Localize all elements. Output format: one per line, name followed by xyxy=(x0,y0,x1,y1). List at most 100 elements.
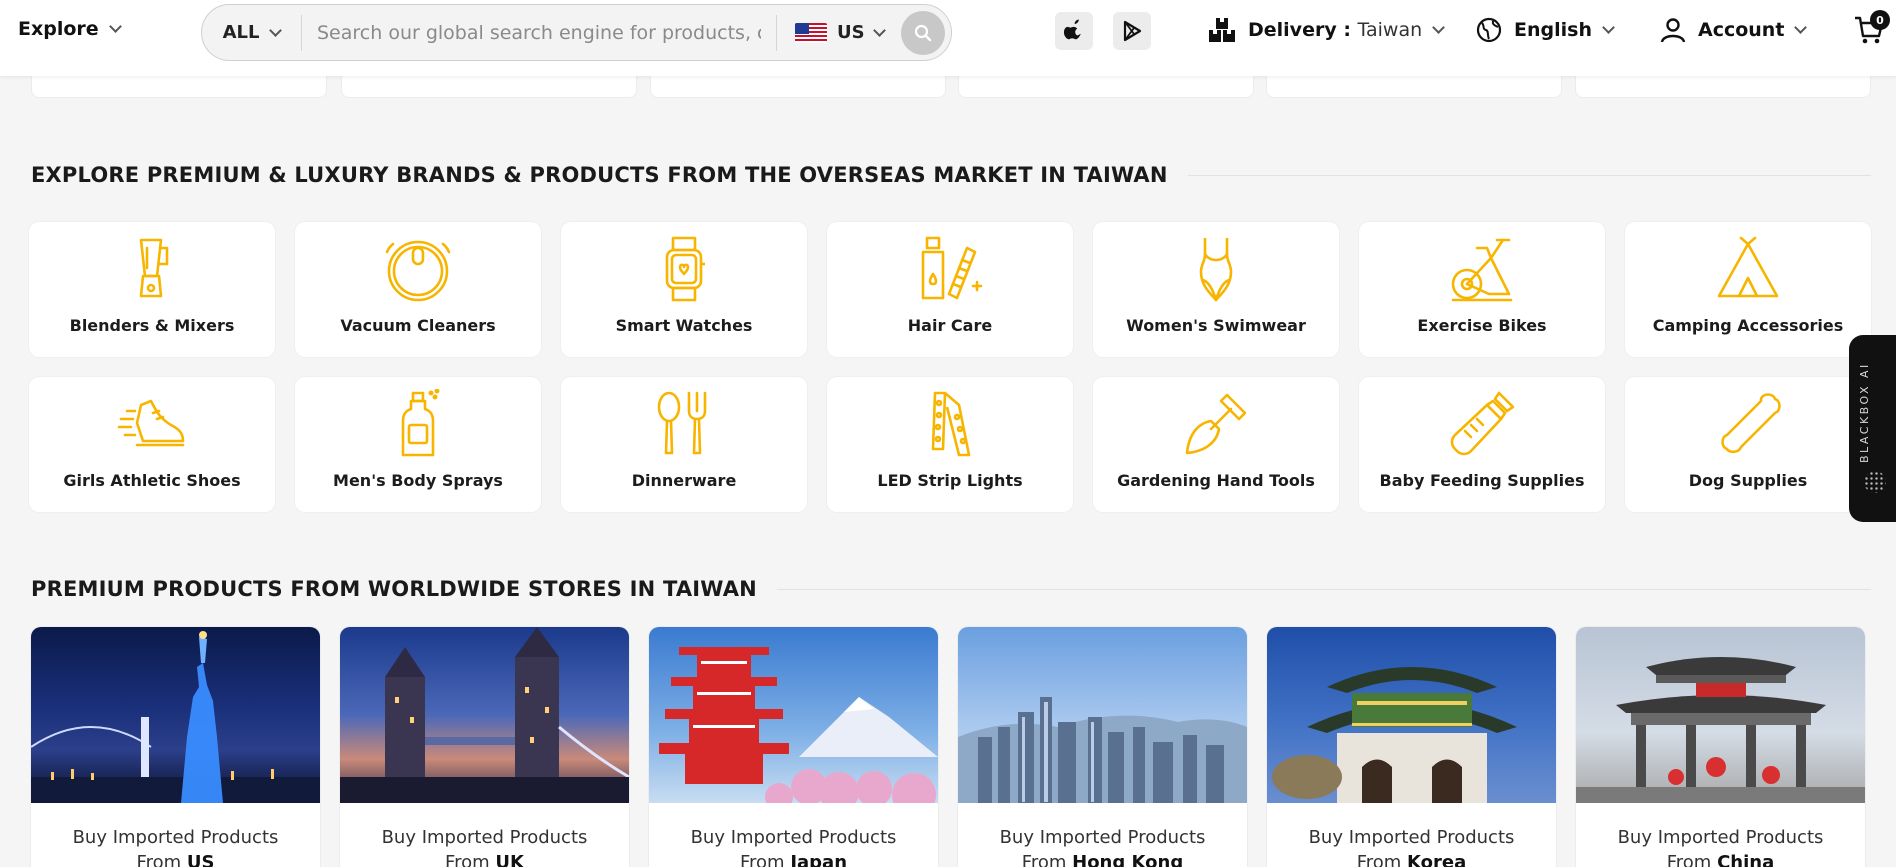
chevron-down-icon xyxy=(269,23,283,37)
hong-kong-skyline-image xyxy=(958,627,1247,803)
category-card[interactable]: Dinnerware xyxy=(561,377,807,512)
category-label: Exercise Bikes xyxy=(1417,316,1547,335)
chevron-down-icon xyxy=(872,23,886,37)
chevron-down-icon xyxy=(1432,21,1446,34)
shovel-icon xyxy=(1185,393,1247,455)
search-bar: ALL US xyxy=(201,4,952,61)
exercise-bike-icon xyxy=(1451,238,1513,302)
china-gate-image xyxy=(1576,627,1865,803)
country-card-text: Buy Imported Products From US xyxy=(31,803,320,867)
search-country-select[interactable]: US xyxy=(776,14,901,51)
category-card[interactable]: Gardening Hand Tools xyxy=(1093,377,1339,512)
category-label: Men's Body Sprays xyxy=(333,471,503,490)
country-store-row: Buy Imported Products From US Buy Import… xyxy=(31,627,1865,867)
country-from-label: From xyxy=(739,852,785,867)
explore-label: Explore xyxy=(18,18,99,40)
country-from-label: From xyxy=(1666,852,1712,867)
bone-icon xyxy=(1721,393,1781,454)
country-card-prefix: Buy Imported Products xyxy=(381,827,588,848)
category-card[interactable]: Hair Care xyxy=(827,222,1073,357)
country-card-hong-kong[interactable]: Buy Imported Products From Hong Kong xyxy=(958,627,1247,867)
category-card[interactable]: Men's Body Sprays xyxy=(295,377,541,512)
country-name: Korea xyxy=(1407,852,1467,867)
blackbox-ai-label: BLACKBOX AI xyxy=(1858,362,1871,463)
google-play-icon xyxy=(1123,20,1142,42)
category-label: Dog Supplies xyxy=(1688,471,1808,490)
blackbox-ai-tab[interactable]: BLACKBOX AI xyxy=(1849,335,1896,522)
search-input[interactable] xyxy=(302,12,776,53)
country-from-label: From xyxy=(1356,852,1402,867)
stores-section-header: PREMIUM PRODUCTS FROM WORLDWIDE STORES I… xyxy=(31,577,1871,601)
running-shoe-icon xyxy=(117,399,185,447)
korea-palace-image xyxy=(1267,627,1556,803)
country-card-text: Buy Imported Products From Korea xyxy=(1267,803,1556,867)
chevron-down-icon xyxy=(1794,21,1808,34)
country-card-text: Buy Imported Products From Japan xyxy=(649,803,938,867)
category-label: Smart Watches xyxy=(615,316,753,335)
category-grid: Blenders & Mixers Vacuum Cleaners Smart … xyxy=(29,222,1872,512)
category-label: LED Strip Lights xyxy=(877,471,1023,490)
category-card[interactable]: Baby Feeding Supplies xyxy=(1359,377,1605,512)
cart-count-badge: 0 xyxy=(1870,10,1890,30)
category-label: Hair Care xyxy=(907,316,993,335)
delivery-label: Delivery : xyxy=(1248,19,1358,41)
category-card[interactable]: LED Strip Lights xyxy=(827,377,1073,512)
country-card-text: Buy Imported Products From UK xyxy=(340,803,629,867)
category-label: Blenders & Mixers xyxy=(69,316,235,335)
language-selector[interactable]: English xyxy=(1476,17,1615,43)
led-strip-icon xyxy=(931,391,971,457)
city-skyline-icon xyxy=(958,697,1247,803)
account-label: Account xyxy=(1698,19,1785,41)
category-card[interactable]: Camping Accessories xyxy=(1625,222,1871,357)
country-card-prefix: Buy Imported Products xyxy=(1617,827,1824,848)
country-name: China xyxy=(1717,852,1775,867)
country-card-prefix: Buy Imported Products xyxy=(690,827,897,848)
country-card-text: Buy Imported Products From China xyxy=(1576,803,1865,867)
baby-bottle-icon xyxy=(1450,391,1515,456)
country-card-korea[interactable]: Buy Imported Products From Korea xyxy=(1267,627,1556,867)
user-icon xyxy=(1660,18,1686,43)
spray-bottle-icon xyxy=(401,389,440,457)
category-label: Camping Accessories xyxy=(1652,316,1844,335)
statue-of-liberty-icon xyxy=(31,631,320,803)
category-card[interactable]: Exercise Bikes xyxy=(1359,222,1605,357)
search-button[interactable] xyxy=(901,10,945,55)
chevron-down-icon xyxy=(1602,21,1615,34)
explore-menu[interactable]: Explore xyxy=(18,18,122,40)
cart-button[interactable]: 0 xyxy=(1853,10,1890,48)
section-title: PREMIUM PRODUCTS FROM WORLDWIDE STORES I… xyxy=(31,577,757,601)
paifang-gate-icon xyxy=(1576,657,1865,803)
dots-globe-icon xyxy=(1864,471,1886,493)
spoon-fork-icon xyxy=(657,391,707,455)
category-card[interactable]: Women's Swimwear xyxy=(1093,222,1339,357)
country-from-label: From xyxy=(136,852,182,867)
tower-bridge-icon xyxy=(340,627,629,803)
account-menu[interactable]: Account xyxy=(1660,17,1808,43)
category-label: Women's Swimwear xyxy=(1126,316,1306,335)
country-card-japan[interactable]: Buy Imported Products From Japan xyxy=(649,627,938,867)
category-label: Gardening Hand Tools xyxy=(1117,471,1315,490)
google-play-button[interactable] xyxy=(1113,12,1151,50)
section-title: EXPLORE PREMIUM & LUXURY BRANDS & PRODUC… xyxy=(31,163,1168,187)
robot-vacuum-icon xyxy=(385,240,451,302)
search-category-select[interactable]: ALL xyxy=(202,14,302,51)
us-flag-icon xyxy=(795,22,827,43)
category-card[interactable]: Girls Athletic Shoes xyxy=(29,377,275,512)
country-name: US xyxy=(186,852,215,867)
apple-icon xyxy=(1063,19,1081,40)
country-card-us[interactable]: Buy Imported Products From US xyxy=(31,627,320,867)
language-label: English xyxy=(1514,19,1592,41)
country-card-text: Buy Imported Products From Hong Kong xyxy=(958,803,1247,867)
category-card[interactable]: Dog Supplies xyxy=(1625,377,1871,512)
country-card-uk[interactable]: Buy Imported Products From UK xyxy=(340,627,629,867)
divider xyxy=(776,588,1871,590)
delivery-selector[interactable]: Delivery : Taiwan xyxy=(1208,17,1446,43)
category-card[interactable]: Vacuum Cleaners xyxy=(295,222,541,357)
country-card-china[interactable]: Buy Imported Products From China xyxy=(1576,627,1865,867)
category-label: Baby Feeding Supplies xyxy=(1379,471,1585,490)
app-store-button[interactable] xyxy=(1055,12,1093,50)
category-card[interactable]: Smart Watches xyxy=(561,222,807,357)
country-card-prefix: Buy Imported Products xyxy=(1308,827,1515,848)
category-card[interactable]: Blenders & Mixers xyxy=(29,222,275,357)
hair-care-icon xyxy=(921,236,983,300)
